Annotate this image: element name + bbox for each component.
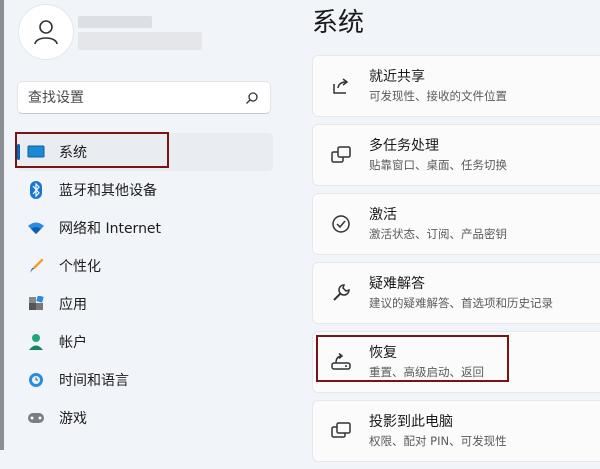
sidebar-item-label: 时间和语言 bbox=[59, 373, 129, 389]
card-subtitle: 重置、高级启动、返回 bbox=[369, 365, 484, 379]
card-title: 恢复 bbox=[369, 345, 397, 361]
sidebar-item-accounts[interactable]: 帐户 bbox=[17, 323, 273, 361]
card-title: 就近共享 bbox=[369, 69, 425, 85]
brush-icon bbox=[25, 255, 47, 277]
sidebar-item-label: 系统 bbox=[59, 145, 87, 161]
globe-clock-icon bbox=[25, 369, 47, 391]
page-title: 系统 bbox=[312, 8, 365, 38]
card-nearby-sharing[interactable]: 就近共享 可发现性、接收的文件位置 bbox=[312, 55, 600, 117]
share-icon bbox=[327, 72, 355, 100]
sidebar-item-gaming[interactable]: 游戏 bbox=[17, 399, 273, 437]
card-title: 激活 bbox=[369, 207, 397, 223]
multitask-icon bbox=[327, 141, 355, 169]
monitor-icon bbox=[25, 141, 47, 163]
account-name-redacted bbox=[78, 16, 152, 28]
recovery-icon bbox=[327, 348, 355, 376]
sidebar-item-label: 网络和 Internet bbox=[59, 221, 162, 237]
sidebar-item-apps[interactable]: 应用 bbox=[17, 285, 273, 323]
sidebar-item-network[interactable]: 网络和 Internet bbox=[17, 209, 273, 247]
sidebar-item-time-language[interactable]: 时间和语言 bbox=[17, 361, 273, 399]
sidebar-item-label: 帐户 bbox=[59, 335, 87, 351]
search-input[interactable] bbox=[28, 89, 244, 106]
card-title: 多任务处理 bbox=[369, 138, 439, 154]
search-box[interactable] bbox=[17, 81, 271, 114]
sidebar-item-system[interactable]: 系统 bbox=[17, 133, 273, 171]
card-activation[interactable]: 激活 激活状态、订阅、产品密钥 bbox=[312, 193, 600, 255]
wrench-icon bbox=[327, 279, 355, 307]
card-subtitle: 权限、配对 PIN、可发现性 bbox=[369, 434, 507, 448]
search-icon[interactable] bbox=[244, 90, 260, 106]
sidebar-item-label: 个性化 bbox=[59, 259, 101, 275]
avatar[interactable] bbox=[18, 4, 74, 60]
user-icon bbox=[34, 20, 58, 45]
apps-icon bbox=[25, 293, 47, 315]
window-left-edge bbox=[0, 0, 4, 450]
card-recovery[interactable]: 恢复 重置、高级启动、返回 bbox=[312, 331, 600, 393]
sidebar-item-label: 游戏 bbox=[59, 411, 87, 427]
check-circle-icon bbox=[327, 210, 355, 238]
sidebar-item-label: 蓝牙和其他设备 bbox=[59, 183, 157, 199]
card-subtitle: 可发现性、接收的文件位置 bbox=[369, 89, 507, 103]
sidebar-item-personalization[interactable]: 个性化 bbox=[17, 247, 273, 285]
bluetooth-icon bbox=[25, 179, 47, 201]
sidebar-nav: 系统 蓝牙和其他设备 网络和 Internet 个性化 应用 帐户 时间和语言 … bbox=[17, 133, 273, 437]
card-project-to-pc[interactable]: 投影到此电脑 权限、配对 PIN、可发现性 bbox=[312, 400, 600, 462]
card-subtitle: 贴靠窗口、桌面、任务切换 bbox=[369, 158, 507, 172]
selection-indicator bbox=[17, 144, 20, 160]
person-icon bbox=[25, 331, 47, 353]
card-subtitle: 激活状态、订阅、产品密钥 bbox=[369, 227, 507, 241]
card-title: 投影到此电脑 bbox=[369, 414, 453, 430]
wifi-icon bbox=[25, 217, 47, 239]
card-subtitle: 建议的疑难解答、首选项和历史记录 bbox=[369, 296, 553, 310]
settings-card-list: 就近共享 可发现性、接收的文件位置 多任务处理 贴靠窗口、桌面、任务切换 激活 … bbox=[312, 55, 600, 469]
card-troubleshoot[interactable]: 疑难解答 建议的疑难解答、首选项和历史记录 bbox=[312, 262, 600, 324]
card-title: 疑难解答 bbox=[369, 276, 425, 292]
sidebar-item-label: 应用 bbox=[59, 297, 87, 313]
sidebar-item-bluetooth[interactable]: 蓝牙和其他设备 bbox=[17, 171, 273, 209]
card-multitasking[interactable]: 多任务处理 贴靠窗口、桌面、任务切换 bbox=[312, 124, 600, 186]
project-icon bbox=[327, 417, 355, 445]
account-email-redacted bbox=[78, 32, 202, 50]
gamepad-icon bbox=[25, 407, 47, 429]
